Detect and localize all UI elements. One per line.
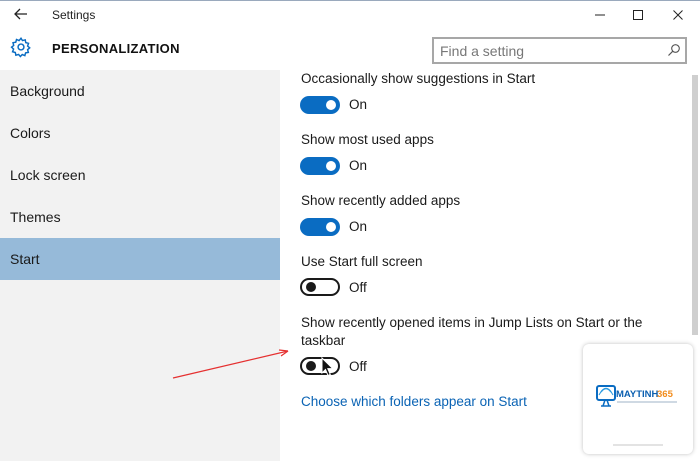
toggle-knob — [326, 161, 336, 171]
sidebar-item-colors[interactable]: Colors — [0, 112, 280, 154]
choose-folders-link[interactable]: Choose which folders appear on Start — [301, 394, 527, 409]
sidebar-item-start[interactable]: Start — [0, 238, 280, 280]
monitor-logo-icon: MAYTINH 365 — [596, 385, 677, 446]
toggle-suggestions[interactable] — [300, 96, 340, 114]
toggle-knob — [306, 361, 316, 371]
toggle-state-full-screen: Off — [349, 280, 367, 295]
toggle-knob — [306, 282, 316, 292]
mouse-cursor-icon — [321, 357, 335, 377]
setting-label-jump-lists-line2: taskbar — [301, 333, 346, 348]
page-header: PERSONALIZATION — [0, 30, 700, 68]
gear-icon — [10, 37, 31, 58]
window-title: Settings — [52, 8, 96, 22]
toggle-state-most-used-apps: On — [349, 158, 368, 173]
toggle-state-recently-added-apps: On — [349, 219, 368, 234]
search-box[interactable] — [432, 37, 687, 64]
sidebar-item-background[interactable]: Background — [0, 70, 280, 112]
arrow-left-icon — [14, 8, 27, 20]
toggle-state-jump-lists: Off — [349, 359, 367, 374]
minimize-icon — [595, 14, 605, 16]
setting-label-most-used-apps: Show most used apps — [301, 132, 434, 147]
page-title: PERSONALIZATION — [52, 41, 180, 56]
toggle-knob — [326, 222, 336, 232]
watermark-logo: MAYTINH 365 — [583, 344, 693, 454]
maximize-icon — [633, 10, 643, 20]
title-bar: Settings — [0, 0, 700, 30]
back-button[interactable] — [10, 3, 32, 25]
toggle-state-suggestions: On — [349, 97, 368, 112]
setting-label-recently-added-apps: Show recently added apps — [301, 193, 461, 208]
close-button[interactable] — [656, 1, 700, 29]
maximize-button[interactable] — [616, 1, 660, 29]
search-input[interactable] — [440, 42, 660, 60]
toggle-most-used-apps[interactable] — [300, 157, 340, 175]
setting-label-suggestions: Occasionally show suggestions in Start — [301, 71, 536, 86]
annotation-arrow-icon — [172, 349, 289, 379]
setting-label-jump-lists-line1: Show recently opened items in Jump Lists… — [301, 315, 643, 330]
close-icon — [673, 10, 683, 20]
watermark-brand-b: 365 — [657, 389, 674, 400]
toggle-recently-added-apps[interactable] — [300, 218, 340, 236]
sidebar-item-lock-screen[interactable]: Lock screen — [0, 154, 280, 196]
scrollbar[interactable] — [692, 75, 698, 335]
toggle-knob — [326, 100, 336, 110]
watermark-brand-a: MAYTINH — [616, 389, 659, 400]
search-icon[interactable] — [667, 43, 681, 57]
setting-label-full-screen: Use Start full screen — [301, 254, 423, 269]
sidebar-item-themes[interactable]: Themes — [0, 196, 280, 238]
toggle-full-screen[interactable] — [300, 278, 340, 296]
